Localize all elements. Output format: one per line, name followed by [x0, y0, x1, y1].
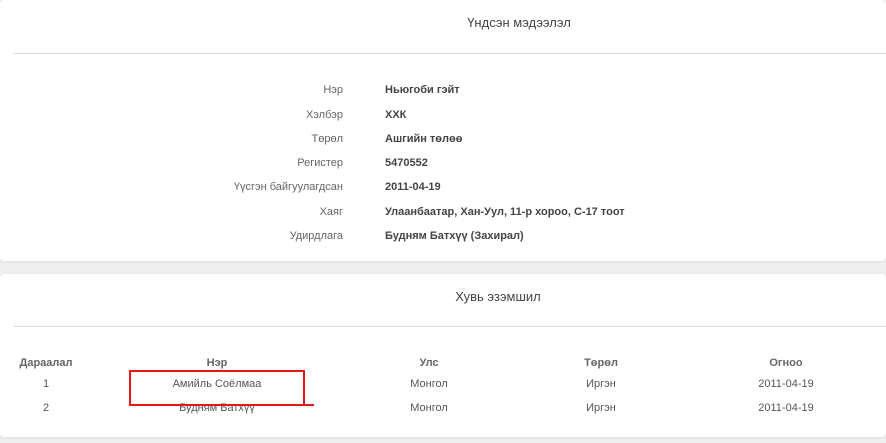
- cell-sequence: 1: [42, 378, 50, 390]
- info-row-type: Төрөл Ашгийн төлөө: [0, 131, 886, 155]
- info-value-register: 5470552: [385, 157, 428, 169]
- info-label-register: Регистер: [297, 157, 343, 169]
- basic-info-card: Үндсэн мэдээлэл Нэр Ньюгоби гэйт Хэлбэр …: [0, 0, 886, 261]
- cell-type: Иргэн: [586, 378, 616, 390]
- info-label-management: Удирдлага: [289, 230, 343, 242]
- info-label-form: Хэлбэр: [305, 109, 343, 121]
- table-row: 2 Будням Батхүү Монгол Иргэн 2011-04-19: [0, 396, 886, 420]
- info-row-register: Регистер 5470552: [0, 155, 886, 179]
- ownership-title: Хувь эзэмшил: [455, 289, 541, 304]
- info-row-form: Хэлбэр ХХК: [0, 107, 886, 131]
- info-label-address: Хаяг: [319, 206, 343, 218]
- column-header-country: Улс: [419, 357, 439, 369]
- column-header-sequence: Дараалал: [19, 357, 73, 369]
- basic-info-divider: [13, 53, 886, 54]
- info-value-address: Улаанбаатар, Хан-Уул, 11-р хороо, С-17 т…: [385, 206, 625, 218]
- info-value-name: Ньюгоби гэйт: [385, 84, 460, 96]
- info-value-management: Будням Батхүү (Захирал): [385, 230, 524, 242]
- table-header-row: Дараалал Нэр Улс Төрөл Огноо: [0, 354, 886, 372]
- cell-sequence: 2: [42, 402, 50, 414]
- column-header-date: Огноо: [769, 357, 803, 369]
- cell-name: Амийль Соёлмаа: [172, 378, 262, 390]
- column-header-name: Нэр: [206, 357, 228, 369]
- info-label-founded: Үүсгэн байгуулагдсан: [233, 181, 343, 193]
- cell-date: 2011-04-19: [758, 402, 814, 414]
- info-value-form: ХХК: [385, 109, 407, 121]
- info-value-founded: 2011-04-19: [385, 181, 441, 193]
- ownership-table: Дараалал Нэр Улс Төрөл Огноо 1 Амийль Со…: [0, 354, 886, 420]
- cell-date: 2011-04-19: [758, 378, 814, 390]
- table-row: 1 Амийль Соёлмаа Монгол Иргэн 2011-04-19: [0, 372, 886, 396]
- cell-type: Иргэн: [586, 402, 616, 414]
- info-value-type: Ашгийн төлөө: [385, 133, 463, 145]
- column-header-type: Төрөл: [584, 357, 618, 369]
- ownership-card: Хувь эзэмшил Дараалал Нэр Улс Төрөл Огно…: [0, 274, 886, 437]
- info-row-name: Нэр Ньюгоби гэйт: [0, 82, 886, 106]
- basic-info-title: Үндсэн мэдээлэл: [467, 15, 571, 30]
- cell-country: Монгол: [410, 402, 448, 414]
- cell-name: Будням Батхүү: [179, 402, 255, 414]
- info-row-founded: Үүсгэн байгуулагдсан 2011-04-19: [0, 179, 886, 203]
- info-label-type: Төрөл: [311, 133, 344, 145]
- info-row-address: Хаяг Улаанбаатар, Хан-Уул, 11-р хороо, С…: [0, 204, 886, 228]
- info-row-management: Удирдлага Будням Батхүү (Захирал): [0, 228, 886, 252]
- cell-country: Монгол: [410, 378, 448, 390]
- ownership-divider: [13, 326, 886, 327]
- info-label-name: Нэр: [323, 84, 343, 96]
